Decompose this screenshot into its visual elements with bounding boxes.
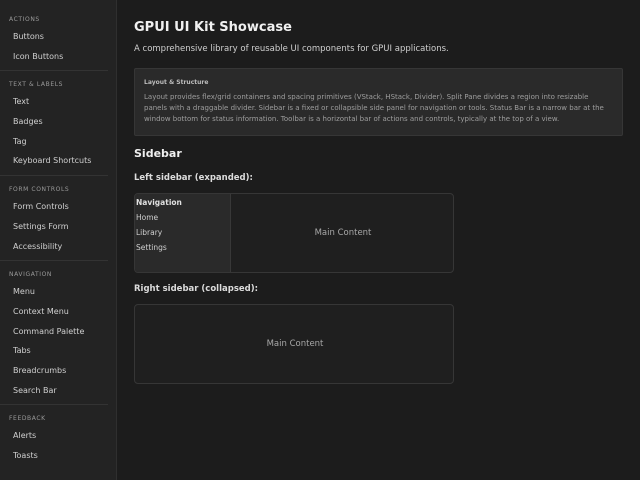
demo-nav-item-home[interactable]: Home (135, 211, 230, 226)
sidebar-section-form-controls: FORM CONTROLS Form Controls Settings For… (0, 180, 116, 256)
sidebar-item-buttons[interactable]: Buttons (0, 27, 116, 47)
sidebar-section-feedback: FEEDBACK Alerts Toasts (0, 409, 116, 465)
right-sidebar-demo: Main Content (134, 304, 454, 384)
section-header: TEXT & LABELS (9, 81, 64, 89)
sidebar-section-navigation: NAVIGATION Menu Context Menu Command Pal… (0, 265, 116, 400)
info-text: Layout provides flex/grid containers and… (144, 93, 604, 123)
right-sidebar-label: Right sidebar (collapsed): (134, 284, 259, 294)
info-box: Layout & Structure Layout provides flex/… (134, 68, 623, 136)
nav-sidebar: ACTIONS Buttons Icon Buttons TEXT & LABE… (0, 0, 117, 480)
left-sidebar-demo: Navigation Home Library Settings Main Co… (134, 193, 454, 273)
sidebar-item-tabs[interactable]: Tabs (0, 341, 116, 361)
sidebar-section-actions: ACTIONS Buttons Icon Buttons (0, 10, 116, 66)
left-sidebar-label: Left sidebar (expanded): (134, 173, 253, 183)
demo-sidebar-expanded: Navigation Home Library Settings (135, 194, 231, 272)
demo-main-content-text: Main Content (314, 228, 372, 238)
sidebar-item-badges[interactable]: Badges (0, 112, 116, 132)
sidebar-divider (0, 404, 108, 406)
sidebar-item-toasts[interactable]: Toasts (0, 446, 116, 466)
sidebar-divider (0, 70, 108, 72)
demo-main-content-text: Main Content (266, 339, 324, 349)
sidebar-item-icon-buttons[interactable]: Icon Buttons (0, 47, 116, 67)
main-content: GPUI UI Kit Showcase A comprehensive lib… (118, 0, 640, 480)
sidebar-item-command-palette[interactable]: Command Palette (0, 322, 116, 342)
section-title: Sidebar (134, 147, 182, 160)
page-title: GPUI UI Kit Showcase (134, 20, 292, 35)
sidebar-item-accessibility[interactable]: Accessibility (0, 237, 116, 257)
sidebar-item-context-menu[interactable]: Context Menu (0, 302, 116, 322)
sidebar-item-settings-form[interactable]: Settings Form (0, 217, 116, 237)
sidebar-item-breadcrumbs[interactable]: Breadcrumbs (0, 361, 116, 381)
section-header: ACTIONS (9, 16, 40, 23)
info-title: Layout & Structure (144, 79, 209, 86)
demo-sidebar-title: Navigation (136, 198, 182, 207)
sidebar-item-keyboard-shortcuts[interactable]: Keyboard Shortcuts (0, 151, 116, 171)
sidebar-item-tag[interactable]: Tag (0, 132, 116, 152)
sidebar-divider (0, 175, 108, 177)
page-subtitle: A comprehensive library of reusable UI c… (134, 44, 449, 54)
sidebar-item-text[interactable]: Text (0, 92, 116, 112)
sidebar-item-search-bar[interactable]: Search Bar (0, 381, 116, 401)
demo-nav-item-library[interactable]: Library (135, 226, 230, 241)
sidebar-item-menu[interactable]: Menu (0, 282, 116, 302)
section-header: FORM CONTROLS (9, 186, 70, 194)
sidebar-item-alerts[interactable]: Alerts (0, 426, 116, 446)
demo-nav-item-settings[interactable]: Settings (135, 241, 230, 256)
section-header: NAVIGATION (9, 271, 53, 279)
section-header: FEEDBACK (9, 415, 46, 423)
sidebar-divider (0, 260, 108, 262)
sidebar-section-text-labels: TEXT & LABELS Text Badges Tag Keyboard S… (0, 75, 116, 171)
sidebar-item-form-controls[interactable]: Form Controls (0, 197, 116, 217)
